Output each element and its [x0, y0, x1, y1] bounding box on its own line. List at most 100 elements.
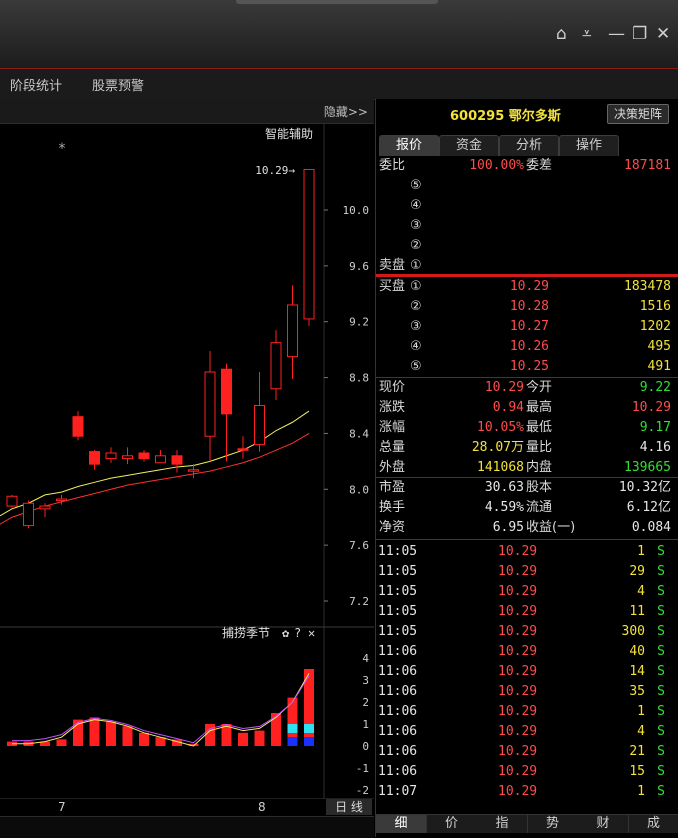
close-icon[interactable]: ✕ [656, 26, 670, 43]
indicator-bar [238, 733, 248, 746]
stat-label: 内盘 [526, 458, 552, 478]
buy-level: ④ [410, 337, 422, 357]
trade-tick-row: 11:0610.2914S [376, 662, 678, 682]
indicator-bar [255, 731, 265, 746]
candle-body [271, 343, 281, 389]
buy-level: ② [410, 297, 422, 317]
kline-chart[interactable]: 10.09.69.28.88.48.07.67.2 捕捞季节✿?✕43210-1… [0, 99, 374, 817]
candle-body [90, 452, 100, 465]
candle-body [40, 506, 50, 509]
indicator-tick-label: -2 [356, 784, 369, 797]
sell-level: ④ [410, 196, 422, 216]
stock-code-name: 600295 鄂尔多斯 [450, 105, 561, 124]
tab-quote[interactable]: 报价 [379, 135, 439, 156]
fund-value: 0.084 [632, 518, 671, 538]
bottom-tab-2[interactable]: 指 [477, 815, 528, 833]
minimize-icon[interactable]: — [608, 26, 625, 43]
stat-value: 10.29 [485, 378, 524, 398]
quote-header: 600295 鄂尔多斯 决策矩阵 [376, 99, 678, 129]
tick-price: 10.29 [498, 682, 537, 702]
tick-side: S [657, 762, 665, 782]
tab-funds[interactable]: 资金 [439, 135, 499, 156]
indicator-bar [106, 722, 116, 746]
candle-body [255, 406, 265, 445]
menu-bar: 阶段统计 股票预警 [0, 68, 678, 100]
fund-label: 市盈 [379, 478, 405, 498]
tick-price: 10.29 [498, 702, 537, 722]
menu-stage-stats[interactable]: 阶段统计 [10, 75, 62, 94]
period-button[interactable]: 日 线 [326, 799, 372, 815]
tick-side: S [657, 782, 665, 802]
help-icon: ? [294, 626, 301, 640]
tab-operation[interactable]: 操作 [559, 135, 619, 156]
tick-volume: 300 [622, 622, 645, 642]
bottom-tab-1[interactable]: 价 [427, 815, 478, 833]
sell-level: ③ [410, 216, 422, 236]
scrollbar[interactable] [0, 816, 374, 838]
candle-body [24, 503, 34, 525]
tick-time: 11:06 [378, 682, 417, 702]
stat-row: 涨跌0.94最高10.29 [376, 398, 678, 418]
buy-row: ③10.271202 [376, 317, 678, 337]
buy-price: 10.29 [510, 277, 549, 297]
trade-tick-row: 11:0710.291S [376, 782, 678, 802]
buy-price: 10.25 [510, 357, 549, 377]
candle-body [238, 449, 248, 451]
trade-tick-row: 11:0610.2940S [376, 642, 678, 662]
stat-row: 现价10.29今开9.22 [376, 378, 678, 398]
buy-row: ④10.26495 [376, 337, 678, 357]
buy-row: ⑤10.25491 [376, 357, 678, 377]
tick-price: 10.29 [498, 762, 537, 782]
candle-body [222, 369, 232, 414]
candle-body [106, 453, 116, 459]
indicator-tick-label: 1 [362, 718, 369, 731]
candle-body [139, 453, 149, 459]
close-icon: ✕ [308, 626, 315, 640]
buy-level: ③ [410, 317, 422, 337]
sell-row: ④ [376, 196, 678, 216]
tab-analysis[interactable]: 分析 [499, 135, 559, 156]
bottom-tab-0[interactable]: 细 [376, 815, 427, 833]
home-icon[interactable]: ⌂ [556, 26, 567, 43]
candle-body [7, 496, 17, 506]
price-tick-label: 9.6 [349, 260, 369, 273]
tick-time: 11:07 [378, 782, 417, 802]
tick-side: S [657, 602, 665, 622]
price-tick-label: 8.4 [349, 427, 369, 440]
buy-price: 10.26 [510, 337, 549, 357]
candle-body [156, 456, 166, 463]
fund-value: 30.63 [485, 478, 524, 498]
sell-row: ⑤ [376, 176, 678, 196]
bottom-tab-4[interactable]: 财 [578, 815, 629, 833]
buy-row: 买盘①10.29183478 [376, 277, 678, 297]
tick-price: 10.29 [498, 662, 537, 682]
chart-panel: 隐藏>> 10.09.69.28.88.48.07.67.2 捕捞季节✿?✕43… [0, 99, 374, 817]
settings-icon: ✿ [282, 626, 290, 640]
stat-label: 涨幅 [379, 418, 405, 438]
buy-volume: 1516 [640, 297, 671, 317]
tick-volume: 11 [629, 602, 645, 622]
sell-label: 卖盘 [379, 256, 405, 276]
decision-matrix-button[interactable]: 决策矩阵 [607, 104, 669, 124]
tick-price: 10.29 [498, 622, 537, 642]
candle-body [288, 305, 298, 357]
tick-price: 10.29 [498, 722, 537, 742]
quote-panel: 600295 鄂尔多斯 决策矩阵 报价 资金 分析 操作 委比 100.00% … [375, 99, 678, 837]
price-tick-label: 7.2 [349, 595, 369, 608]
menu-stock-alert[interactable]: 股票预警 [92, 75, 144, 94]
trade-tick-row: 11:0510.294S [376, 582, 678, 602]
sell-row: ③ [376, 216, 678, 236]
tick-time: 11:05 [378, 622, 417, 642]
stat-value: 139665 [624, 458, 671, 478]
tick-time: 11:06 [378, 742, 417, 762]
tick-side: S [657, 702, 665, 722]
dropdown-icon[interactable]: ⩡ [582, 26, 592, 43]
bottom-tab-5[interactable]: 成 [629, 815, 678, 833]
tick-volume: 1 [637, 702, 645, 722]
bottom-tab-3[interactable]: 势 [528, 815, 579, 833]
stat-value: 10.29 [632, 398, 671, 418]
restore-icon[interactable]: ❐ [632, 26, 647, 43]
price-tick-label: 8.8 [349, 372, 369, 385]
indicator-bar [139, 733, 149, 746]
sell-level: ① [410, 256, 422, 276]
